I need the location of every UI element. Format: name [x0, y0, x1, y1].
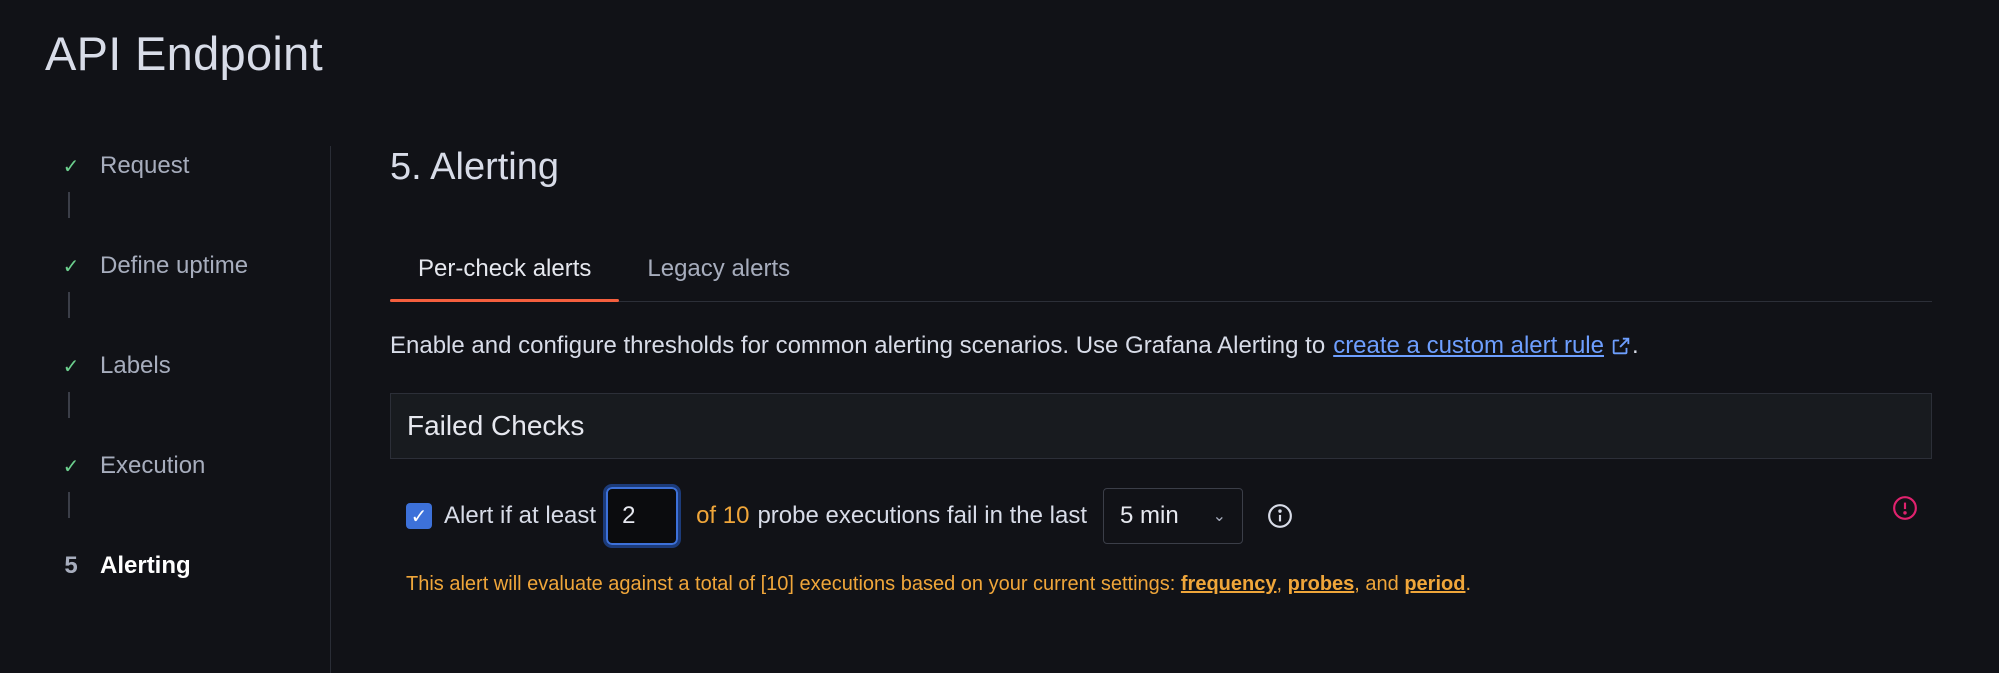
step-label: Labels [100, 352, 171, 379]
step-label: Execution [100, 452, 206, 479]
description-text: Enable and configure thresholds for comm… [390, 332, 1326, 359]
external-link-icon [1612, 337, 1630, 355]
create-custom-alert-rule-link[interactable]: create a custom alert rule [1333, 332, 1632, 360]
period-select[interactable]: 5 min ⌄ [1102, 488, 1243, 544]
period-value: 5 min [1119, 502, 1179, 529]
step-connector [68, 292, 70, 318]
step-connector [68, 392, 70, 418]
helper-main-text: This alert will evaluate against a total… [406, 573, 1176, 595]
info-icon[interactable] [1267, 503, 1293, 529]
warning-circle-icon[interactable] [1892, 495, 1918, 521]
step-label: Request [100, 152, 190, 179]
check-icon: ✓ [62, 255, 80, 278]
step-request[interactable]: ✓ Request [60, 146, 320, 186]
alerting-description: Enable and configure thresholds for comm… [390, 332, 1932, 360]
frequency-link[interactable]: frequency [1181, 573, 1277, 595]
alert-prefix-text: Alert if at least [444, 502, 597, 529]
description-suffix: . [1631, 332, 1639, 359]
step-number: 5 [64, 552, 78, 579]
sidebar-divider [330, 146, 331, 673]
threshold-input[interactable] [603, 484, 682, 548]
alert-tabs: Per-check alerts Legacy alerts [390, 249, 1932, 302]
step-alerting[interactable]: 5 Alerting [60, 546, 320, 586]
chevron-down-icon: ⌄ [1212, 508, 1226, 525]
main-content: 5. Alerting Per-check alerts Legacy aler… [390, 140, 1932, 596]
check-icon: ✓ [62, 155, 80, 178]
failed-checks-alert-row: ✓ Alert if at least of 10 probe executio… [390, 484, 1932, 548]
probes-link[interactable]: probes [1288, 573, 1355, 595]
step-execution[interactable]: ✓ Execution [60, 446, 320, 486]
tab-per-check-alerts[interactable]: Per-check alerts [390, 249, 620, 302]
step-labels[interactable]: ✓ Labels [60, 346, 320, 386]
link-text: create a custom alert rule [1333, 332, 1604, 359]
step-connector [68, 192, 70, 218]
helper-suffix: . [1465, 573, 1472, 595]
step-label: Alerting [100, 552, 191, 579]
helper-sep: , and [1354, 573, 1399, 595]
stepper-sidebar: ✓ Request ✓ Define uptime ✓ Labels ✓ Exe… [60, 146, 320, 586]
check-icon: ✓ [62, 355, 80, 378]
failed-checks-checkbox[interactable]: ✓ [406, 503, 432, 529]
step-connector [68, 492, 70, 518]
step-define-uptime[interactable]: ✓ Define uptime [60, 246, 320, 286]
alert-middle-text: probe executions fail in the last [757, 502, 1087, 529]
section-title: 5. Alerting [390, 146, 559, 188]
helper-sep: , [1276, 573, 1283, 595]
helper-text: This alert will evaluate against a total… [406, 573, 1932, 596]
period-link[interactable]: period [1404, 573, 1465, 595]
tab-legacy-alerts[interactable]: Legacy alerts [619, 249, 818, 301]
page: API Endpoint ✓ Request ✓ Define uptime ✓… [0, 0, 1999, 673]
failed-checks-header: Failed Checks [390, 393, 1932, 459]
of-total-text: of 10 [696, 502, 750, 529]
page-title: API Endpoint [45, 27, 323, 80]
check-icon: ✓ [62, 455, 80, 478]
step-label: Define uptime [100, 252, 249, 279]
